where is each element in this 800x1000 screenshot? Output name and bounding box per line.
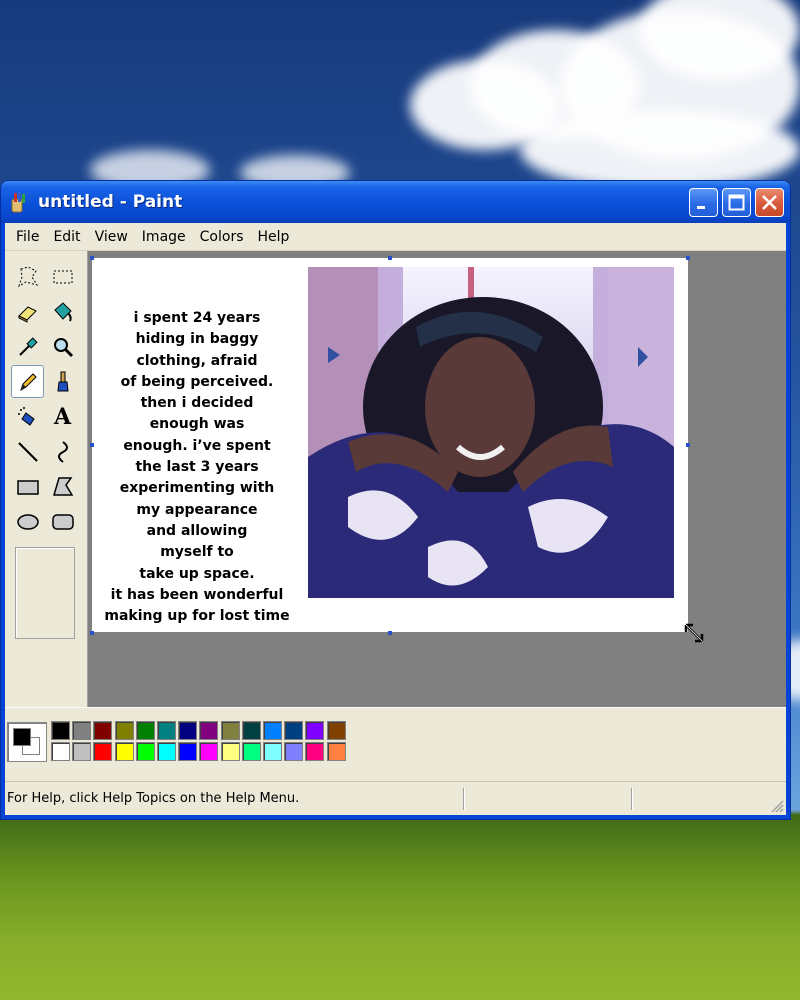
color-swatch[interactable] (284, 721, 304, 740)
drawing-canvas[interactable]: i spent 24 years hiding in baggy clothin… (92, 258, 688, 632)
resize-handle[interactable] (388, 631, 392, 635)
canvas-text: i spent 24 years hiding in baggy clothin… (104, 310, 290, 625)
foreground-color-swatch[interactable] (13, 728, 31, 746)
line-icon[interactable] (11, 435, 44, 468)
color-palette (5, 707, 786, 779)
color-swatch[interactable] (263, 742, 282, 761)
color-swatch[interactable] (199, 742, 219, 761)
select-icon[interactable] (46, 260, 79, 293)
status-divider (463, 787, 465, 810)
resize-handle[interactable] (388, 256, 392, 260)
close-button[interactable] (755, 187, 784, 217)
pick-color-icon[interactable] (11, 330, 44, 363)
color-swatch[interactable] (220, 742, 240, 761)
eraser-icon[interactable] (11, 295, 44, 328)
paint-body: A i spent 24 years hiding in baggy cloth… (5, 251, 786, 815)
color-swatch[interactable] (178, 721, 198, 740)
color-swatch[interactable] (220, 721, 240, 740)
color-swatch[interactable] (157, 742, 176, 761)
color-swatch[interactable] (51, 742, 70, 761)
curve-icon[interactable] (46, 435, 79, 468)
maximize-icon (728, 194, 745, 210)
paint-app-icon (9, 191, 29, 213)
color-swatch[interactable] (284, 742, 304, 761)
minimize-button[interactable] (689, 187, 718, 217)
color-swatch[interactable] (241, 742, 261, 761)
color-swatch[interactable] (114, 742, 134, 761)
menu-view[interactable]: View (88, 229, 135, 245)
tool-options-box[interactable] (15, 547, 75, 639)
color-swatch[interactable] (305, 721, 325, 740)
canvas-area[interactable]: i spent 24 years hiding in baggy clothin… (87, 251, 786, 707)
title-bar[interactable]: untitled - Paint (1, 181, 790, 223)
color-swatch[interactable] (114, 721, 134, 740)
ellipse-icon[interactable] (11, 505, 44, 538)
maximize-button[interactable] (722, 187, 751, 217)
close-icon (762, 194, 777, 210)
menu-edit[interactable]: Edit (46, 229, 87, 245)
status-bar: For Help, click Help Topics on the Help … (5, 781, 786, 815)
color-swatch[interactable] (178, 742, 198, 761)
resize-handle[interactable] (686, 443, 690, 447)
brush-icon[interactable] (46, 365, 79, 398)
rounded-rectangle-icon[interactable] (46, 505, 79, 538)
resize-handle[interactable] (686, 256, 690, 260)
status-help-text: For Help, click Help Topics on the Help … (7, 791, 300, 806)
resize-grip[interactable] (633, 782, 786, 815)
color-swatch[interactable] (199, 721, 219, 740)
color-swatch[interactable] (93, 742, 113, 761)
color-swatch[interactable] (326, 742, 346, 761)
pencil-icon[interactable] (11, 365, 44, 398)
color-swatch[interactable] (135, 742, 155, 761)
rectangle-icon[interactable] (11, 470, 44, 503)
color-swatch[interactable] (263, 721, 282, 740)
color-swatch[interactable] (93, 721, 113, 740)
canvas-photo (308, 267, 674, 598)
color-swatch[interactable] (72, 742, 92, 761)
color-swatch[interactable] (51, 721, 70, 740)
text-tool-glyph: A (53, 403, 72, 430)
paint-window: untitled - Paint File Edit View Image Co… (1, 181, 790, 819)
resize-handle[interactable] (90, 443, 94, 447)
menu-image[interactable]: Image (135, 229, 193, 245)
color-swatch[interactable] (135, 721, 155, 740)
color-swatch[interactable] (326, 721, 346, 740)
airbrush-icon[interactable] (11, 400, 44, 433)
resize-cursor-icon (684, 623, 704, 647)
minimize-icon (697, 205, 705, 209)
menu-colors[interactable]: Colors (193, 229, 251, 245)
color-swatch[interactable] (157, 721, 176, 740)
magnifier-icon[interactable] (46, 330, 79, 363)
menu-file[interactable]: File (9, 229, 46, 245)
toolbox: A (5, 251, 87, 707)
resize-handle[interactable] (90, 256, 94, 260)
color-swatch[interactable] (241, 721, 261, 740)
current-colors[interactable] (7, 722, 47, 762)
menu-help[interactable]: Help (251, 229, 297, 245)
resize-handle[interactable] (90, 631, 94, 635)
menu-bar: File Edit View Image Colors Help (5, 223, 786, 251)
color-swatch[interactable] (72, 721, 92, 740)
fill-with-color-icon[interactable] (46, 295, 79, 328)
free-form-select-icon[interactable] (11, 260, 44, 293)
window-title: untitled - Paint (38, 192, 183, 212)
polygon-icon[interactable] (46, 470, 79, 503)
text-icon[interactable]: A (46, 400, 79, 433)
color-swatch[interactable] (305, 742, 325, 761)
